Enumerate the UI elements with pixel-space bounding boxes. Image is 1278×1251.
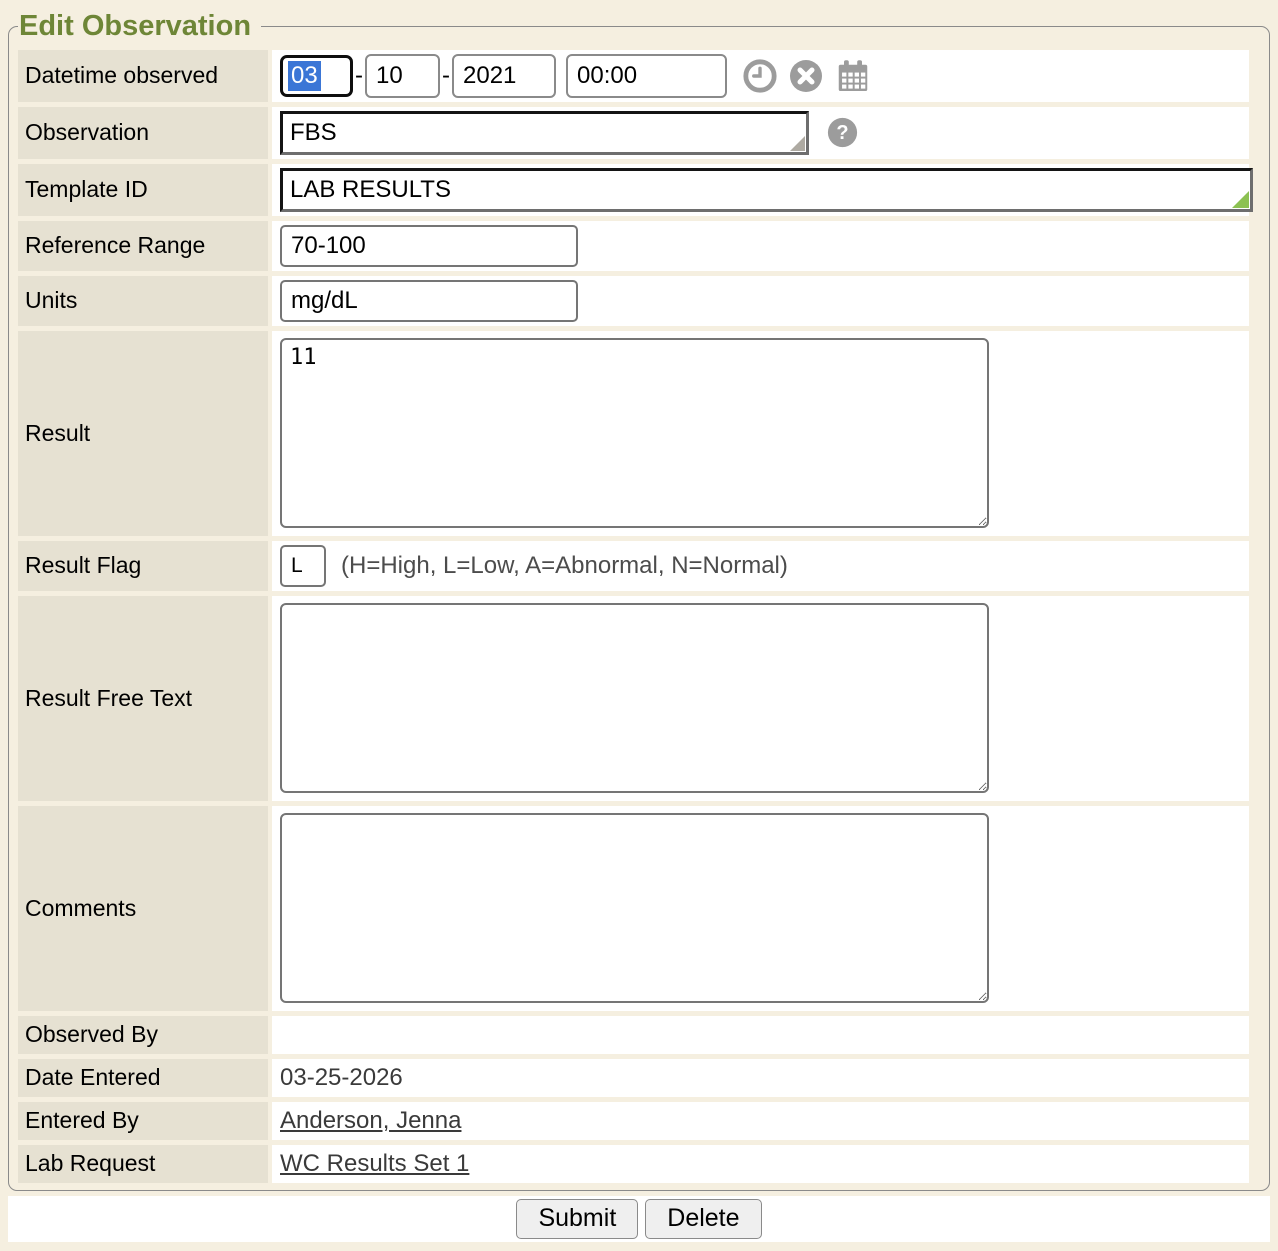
units-value-cell	[272, 276, 1249, 326]
result-free-text-row: Result Free Text	[18, 596, 1249, 801]
date-entered-row: Date Entered 03-25-2026	[18, 1059, 1249, 1097]
date-entered-value-cell: 03-25-2026	[272, 1059, 1249, 1097]
time-input[interactable]	[566, 54, 727, 98]
result-free-text-textarea[interactable]	[280, 603, 989, 793]
clear-icon[interactable]	[789, 59, 823, 93]
comments-textarea[interactable]	[280, 813, 989, 1003]
observation-row: Observation ?	[18, 107, 1249, 159]
lab-request-value-cell: WC Results Set 1	[272, 1145, 1249, 1183]
template-id-label: Template ID	[18, 164, 268, 216]
reference-range-value-cell	[272, 221, 1249, 271]
result-label: Result	[18, 331, 268, 536]
lab-request-label: Lab Request	[18, 1145, 268, 1183]
observed-by-value-cell	[272, 1016, 1249, 1054]
observed-by-row: Observed By	[18, 1016, 1249, 1054]
result-free-text-label: Result Free Text	[18, 596, 268, 801]
observation-input[interactable]	[280, 111, 809, 155]
date-separator: -	[442, 62, 450, 90]
result-flag-row: Result Flag (H=High, L=Low, A=Abnormal, …	[18, 541, 1249, 591]
help-icon[interactable]: ?	[827, 117, 858, 148]
result-textarea[interactable]: 11	[280, 338, 989, 528]
calendar-icon[interactable]	[835, 58, 871, 94]
delete-button[interactable]: Delete	[645, 1199, 761, 1239]
result-value-cell: 11	[272, 331, 1249, 536]
datetime-observed-label: Datetime observed	[18, 50, 268, 102]
clock-icon[interactable]	[743, 59, 777, 93]
result-flag-hint: (H=High, L=Low, A=Abnormal, N=Normal)	[341, 552, 788, 580]
reference-range-input[interactable]	[280, 225, 578, 267]
lab-request-row: Lab Request WC Results Set 1	[18, 1145, 1249, 1183]
page-title: Edit Observation	[18, 8, 261, 46]
date-separator: -	[355, 62, 363, 90]
comments-label: Comments	[18, 806, 268, 1011]
year-input[interactable]	[452, 54, 556, 98]
date-entered-value: 03-25-2026	[280, 1064, 403, 1092]
day-input[interactable]	[365, 54, 440, 98]
comments-row: Comments	[18, 806, 1249, 1011]
result-flag-input[interactable]	[280, 545, 326, 587]
entered-by-link[interactable]: Anderson, Jenna	[280, 1107, 461, 1135]
edit-observation-form: Edit Observation Datetime observed 03 - …	[8, 8, 1270, 1191]
date-entered-label: Date Entered	[18, 1059, 268, 1097]
units-label: Units	[18, 276, 268, 326]
observation-input-wrap	[280, 111, 809, 155]
submit-button[interactable]: Submit	[516, 1199, 638, 1239]
template-id-input[interactable]	[280, 168, 1253, 212]
template-id-row: Template ID	[18, 164, 1249, 216]
entered-by-label: Entered By	[18, 1102, 268, 1140]
month-input[interactable]: 03	[280, 55, 353, 97]
units-input[interactable]	[280, 280, 578, 322]
svg-text:?: ?	[836, 122, 848, 144]
comments-value-cell	[272, 806, 1249, 1011]
result-free-text-value-cell	[272, 596, 1249, 801]
autocomplete-corner-icon	[1232, 191, 1249, 208]
form-actions-bar: Submit Delete	[8, 1196, 1270, 1242]
month-input-selected-text: 03	[288, 61, 321, 91]
entered-by-value-cell: Anderson, Jenna	[272, 1102, 1249, 1140]
observation-value-cell: ?	[272, 107, 1249, 159]
template-id-value-cell	[272, 164, 1249, 216]
datetime-observed-row: Datetime observed 03 - -	[18, 50, 1249, 102]
template-id-input-wrap	[280, 168, 1253, 212]
result-flag-value-cell: (H=High, L=Low, A=Abnormal, N=Normal)	[272, 541, 1249, 591]
reference-range-row: Reference Range	[18, 221, 1249, 271]
entered-by-row: Entered By Anderson, Jenna	[18, 1102, 1249, 1140]
reference-range-label: Reference Range	[18, 221, 268, 271]
result-flag-label: Result Flag	[18, 541, 268, 591]
datetime-observed-value-cell: 03 - -	[272, 50, 1249, 102]
result-row: Result 11	[18, 331, 1249, 536]
resize-grip-icon[interactable]	[790, 136, 805, 151]
observation-label: Observation	[18, 107, 268, 159]
observed-by-label: Observed By	[18, 1016, 268, 1054]
lab-request-link[interactable]: WC Results Set 1	[280, 1150, 469, 1178]
units-row: Units	[18, 276, 1249, 326]
